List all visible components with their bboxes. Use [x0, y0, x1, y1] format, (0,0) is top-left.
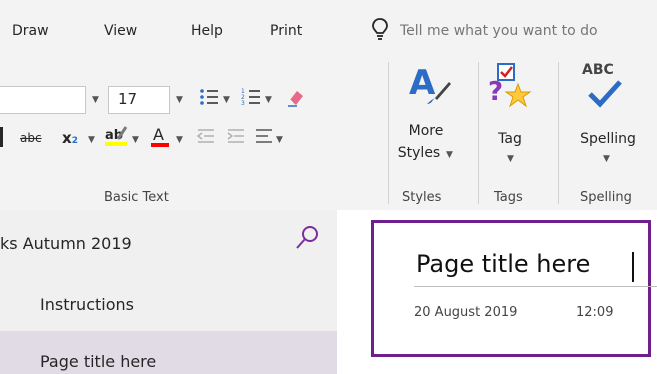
- numbering-dropdown-icon[interactable]: ▼: [265, 95, 272, 105]
- menu-view[interactable]: View: [104, 23, 137, 39]
- font-color-dropdown-icon[interactable]: ▼: [176, 135, 183, 145]
- menu-draw[interactable]: Draw: [12, 23, 49, 39]
- increase-indent-icon[interactable]: [226, 127, 246, 149]
- subscript-x: x: [62, 129, 72, 147]
- subscript-dropdown-icon[interactable]: ▼: [88, 135, 95, 145]
- bullet-list-icon[interactable]: [198, 86, 220, 112]
- subscript-button[interactable]: x2: [62, 129, 78, 147]
- highlight-dropdown-icon[interactable]: ▼: [132, 135, 139, 145]
- group-label-spelling: Spelling: [580, 190, 632, 205]
- spelling-label[interactable]: Spelling: [570, 131, 646, 147]
- more-styles-dropdown-icon[interactable]: ▼: [446, 150, 453, 160]
- menu-help[interactable]: Help: [191, 23, 223, 39]
- bold-button-partial[interactable]: [0, 127, 3, 147]
- spelling-check-icon[interactable]: [588, 80, 624, 112]
- menu-print[interactable]: Print: [270, 23, 302, 39]
- ribbon-divider: [478, 62, 479, 204]
- font-size-dropdown-icon[interactable]: ▼: [176, 95, 183, 105]
- section-title[interactable]: ks Autumn 2019: [0, 234, 132, 253]
- group-label-styles: Styles: [402, 190, 442, 205]
- font-name-box[interactable]: [0, 86, 86, 114]
- decrease-indent-icon[interactable]: [196, 127, 216, 149]
- styles-icon[interactable]: A: [405, 60, 453, 112]
- spelling-icon-text[interactable]: ABC: [582, 62, 614, 78]
- tag-icon[interactable]: ?: [486, 60, 534, 112]
- title-underline: [414, 286, 657, 287]
- lightbulb-icon[interactable]: [370, 17, 390, 45]
- page-date: 20 August 2019: [414, 305, 518, 320]
- clear-formatting-icon[interactable]: [285, 86, 307, 112]
- highlight-button[interactable]: ab: [104, 124, 132, 152]
- group-label-tags: Tags: [494, 190, 523, 205]
- page-time: 12:09: [576, 305, 614, 320]
- tell-me-search[interactable]: Tell me what you want to do: [400, 23, 598, 39]
- text-cursor: [632, 252, 634, 282]
- subscript-2: 2: [71, 136, 78, 146]
- numbered-list-icon[interactable]: 1 2 3: [240, 86, 262, 112]
- nav-page-instructions[interactable]: Instructions: [40, 295, 134, 314]
- group-label-basic-text: Basic Text: [104, 190, 169, 205]
- nav-page-selected[interactable]: Page title here: [40, 352, 156, 371]
- font-name-dropdown-icon[interactable]: ▼: [92, 95, 99, 105]
- ribbon-divider: [388, 62, 389, 204]
- page-title-highlight-box: [371, 220, 651, 357]
- paragraph-alignment-icon[interactable]: [254, 127, 274, 149]
- more-styles-label-2[interactable]: Styles: [394, 145, 444, 161]
- font-color-button[interactable]: A: [150, 124, 172, 152]
- ribbon-divider: [558, 62, 559, 204]
- strikethrough-button[interactable]: abc: [20, 131, 42, 145]
- bullets-dropdown-icon[interactable]: ▼: [223, 95, 230, 105]
- tag-dropdown-icon[interactable]: ▼: [507, 154, 514, 164]
- font-size-value: 17: [118, 90, 138, 108]
- svg-text:3: 3: [241, 100, 245, 107]
- svg-text:?: ?: [488, 77, 503, 107]
- spelling-dropdown-icon[interactable]: ▼: [603, 154, 610, 164]
- alignment-dropdown-icon[interactable]: ▼: [276, 135, 283, 145]
- tag-label[interactable]: Tag: [488, 131, 532, 147]
- svg-text:A: A: [153, 125, 164, 144]
- more-styles-label-1[interactable]: More: [398, 123, 454, 139]
- search-icon[interactable]: [293, 224, 321, 256]
- svg-text:A: A: [409, 63, 436, 103]
- page-title[interactable]: Page title here: [416, 250, 590, 278]
